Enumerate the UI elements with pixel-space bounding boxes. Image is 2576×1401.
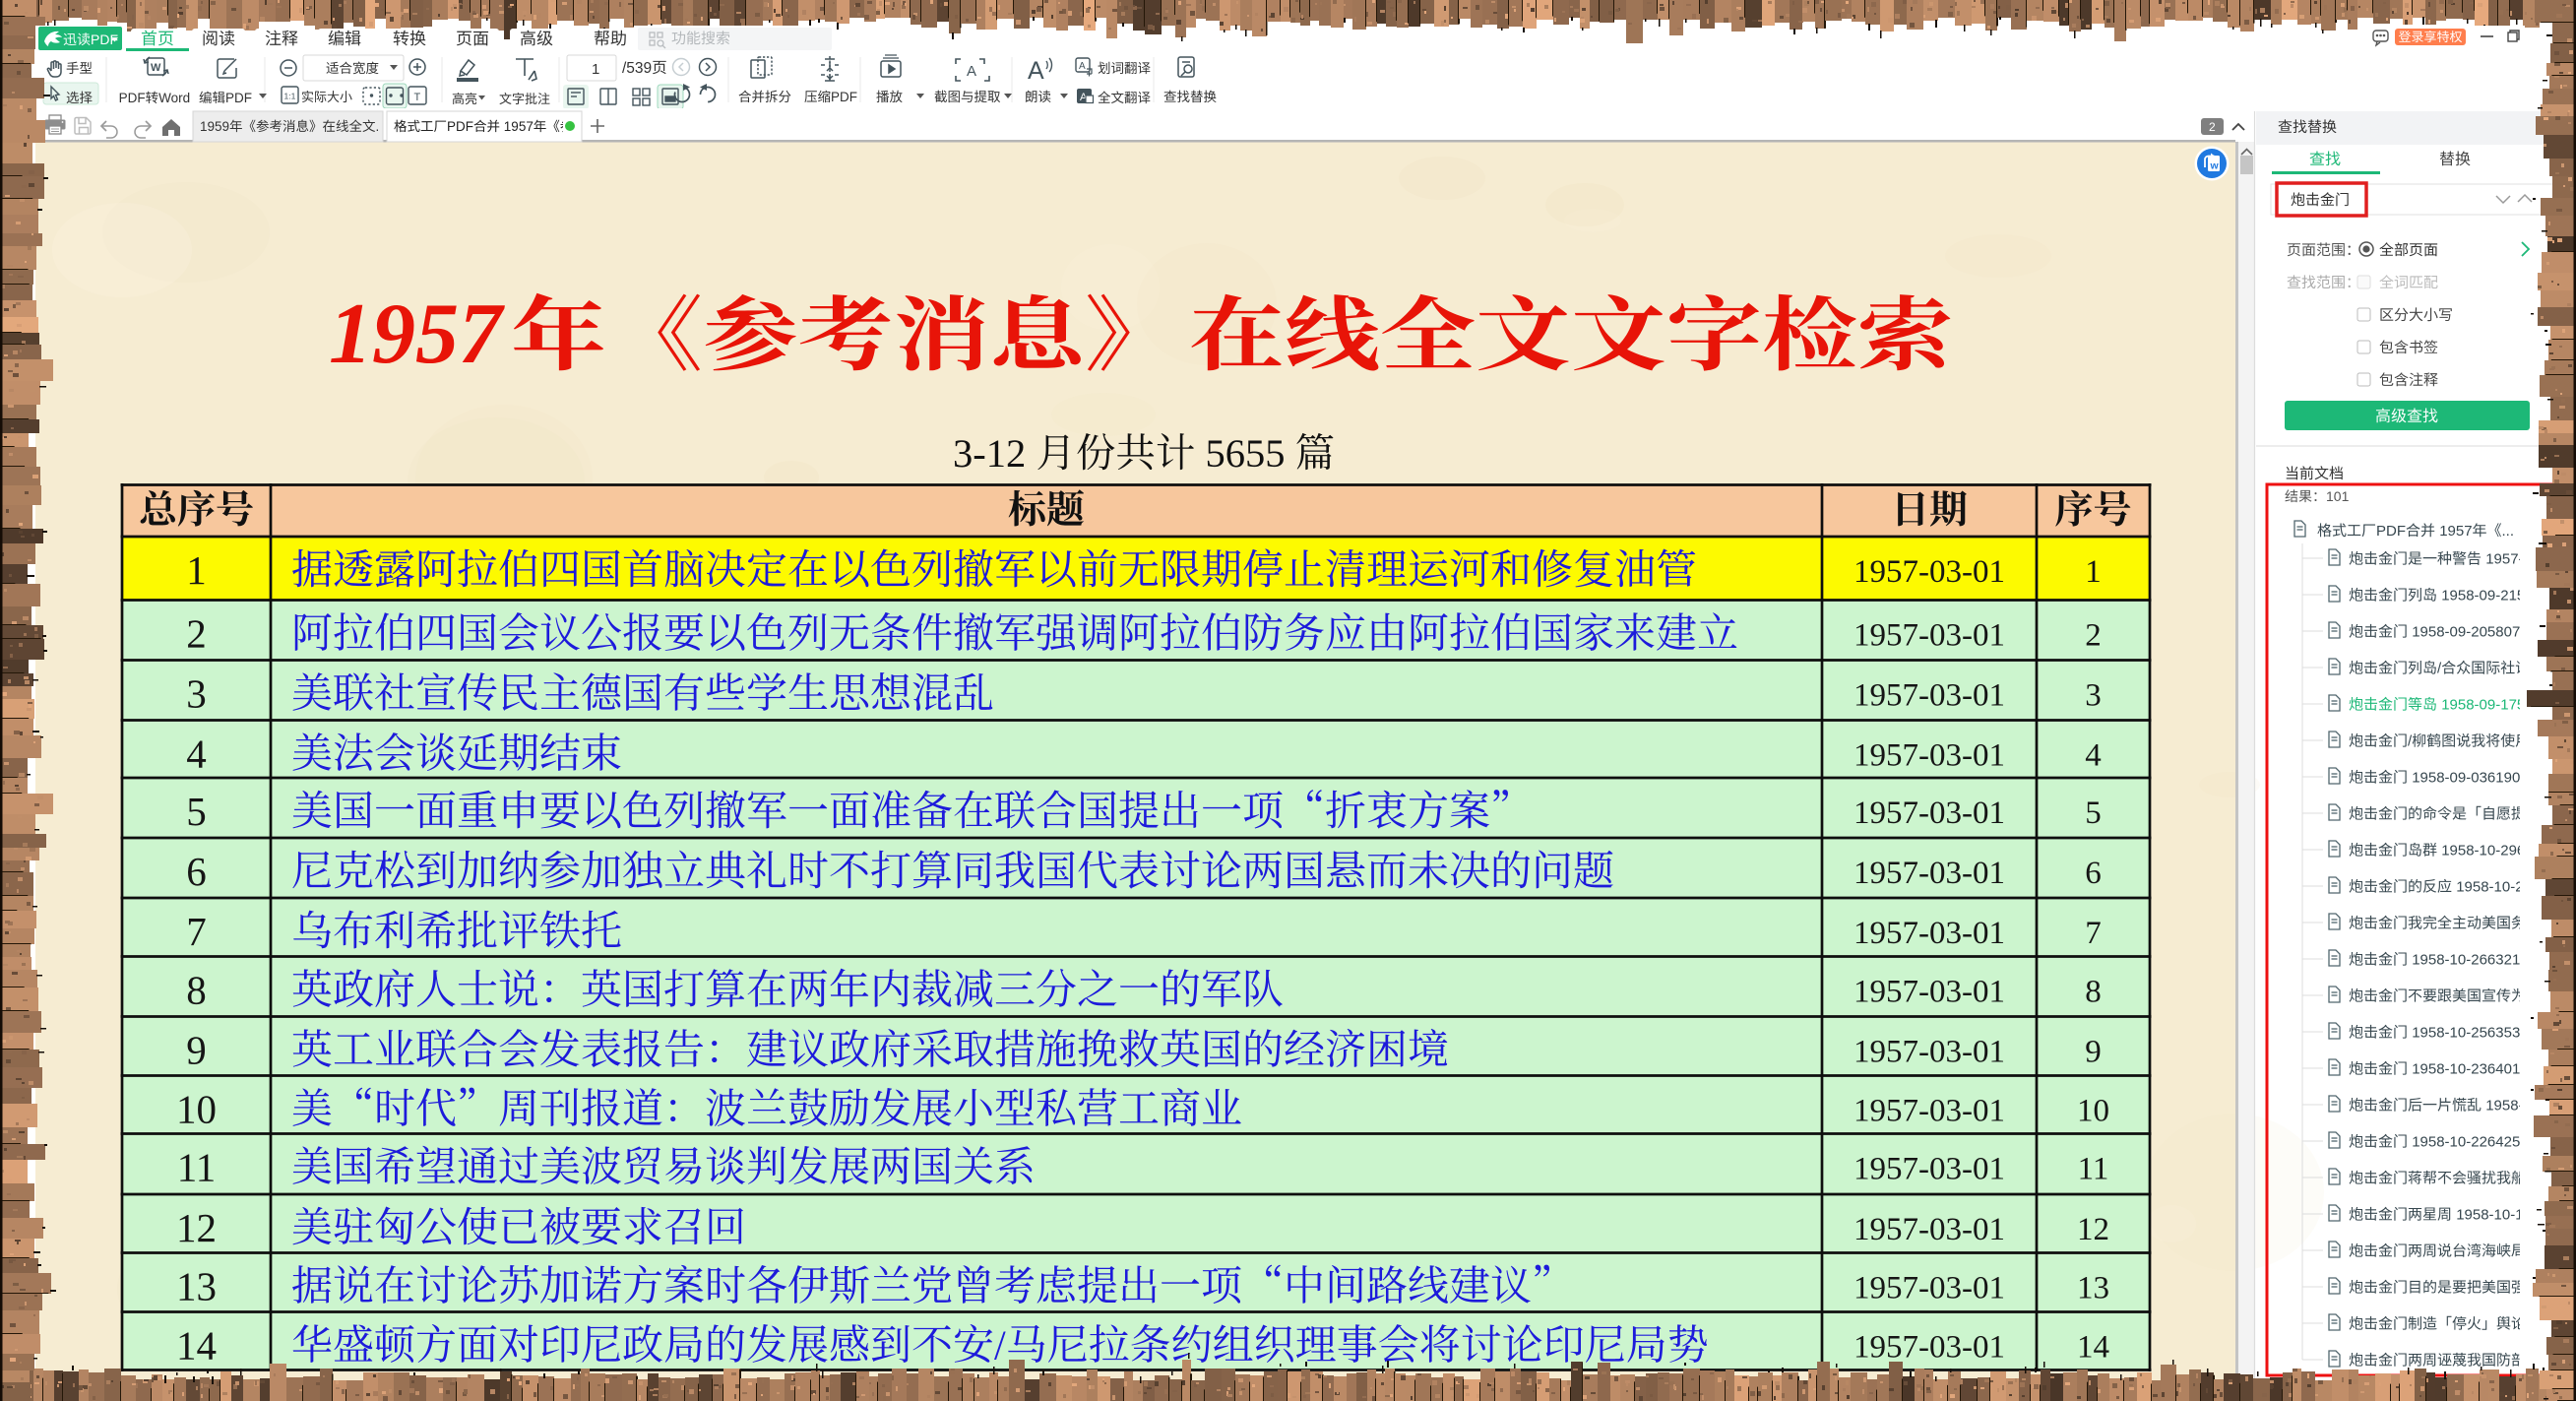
svg-text:1958-10-256353: 1958-10-256353: [2412, 1025, 2520, 1042]
svg-text:1957-03-01: 1957-03-01: [1853, 618, 2005, 654]
svg-text:1957-03-01: 1957-03-01: [1853, 1035, 2005, 1070]
svg-text:1958-09-205807: 1958-09-205807: [2412, 624, 2520, 641]
svg-text:PDF: PDF: [119, 91, 146, 105]
svg-text:5655: 5655: [1206, 431, 1286, 476]
svg-text:7: 7: [2085, 916, 2102, 951]
svg-text:A: A: [1028, 57, 1044, 85]
svg-text:8: 8: [2085, 975, 2102, 1010]
svg-text:1957-03-01: 1957-03-01: [1853, 1271, 2005, 1306]
svg-text:5: 5: [186, 789, 207, 834]
svg-text:1957-03-01: 1957-03-01: [1853, 856, 2005, 891]
svg-text:1957-03-01: 1957-03-01: [1853, 796, 2005, 831]
svg-text:11: 11: [2078, 1152, 2109, 1187]
svg-text:1957-03-01: 1957-03-01: [1853, 1212, 2005, 1247]
svg-text:6: 6: [186, 849, 207, 894]
svg-text:13: 13: [176, 1264, 217, 1309]
svg-text:Word: Word: [158, 91, 190, 105]
svg-text:4: 4: [186, 732, 207, 777]
svg-text:11: 11: [177, 1145, 216, 1190]
svg-text:1957-03-01: 1957-03-01: [1853, 975, 2005, 1010]
svg-text:1957-03-01: 1957-03-01: [1853, 678, 2005, 714]
svg-text:4: 4: [2085, 738, 2102, 774]
svg-text:7: 7: [186, 909, 207, 954]
svg-text:1957-03-01: 1957-03-01: [1853, 1330, 2005, 1366]
svg-text:1958-09-036190: 1958-09-036190: [2412, 770, 2520, 787]
svg-text:1: 1: [592, 61, 599, 78]
svg-text:1957-03-01: 1957-03-01: [1853, 554, 2005, 590]
svg-text:1957-03-01: 1957-03-01: [1853, 1152, 2005, 1187]
svg-text:1959: 1959: [200, 119, 229, 134]
svg-text:A: A: [1079, 61, 1086, 72]
svg-text:PDF: PDF: [447, 119, 473, 134]
svg-text:1958-10-236401: 1958-10-236401: [2412, 1061, 2520, 1078]
svg-text:PDF: PDF: [831, 90, 857, 104]
svg-text:2: 2: [2209, 120, 2216, 134]
svg-text:1957-03-01: 1957-03-01: [1853, 916, 2005, 951]
svg-text:PDF: PDF: [2376, 523, 2406, 540]
svg-text:1: 1: [186, 547, 207, 593]
svg-text:/: /: [994, 1324, 1006, 1369]
svg-text:1958-10-266321: 1958-10-266321: [2412, 952, 2520, 969]
svg-text:PDF: PDF: [225, 91, 252, 105]
svg-text:10: 10: [2077, 1094, 2109, 1129]
svg-text:2: 2: [186, 611, 207, 657]
svg-text:10: 10: [176, 1087, 217, 1132]
svg-text:1957: 1957: [329, 287, 505, 382]
svg-text:/539: /539: [622, 60, 652, 77]
svg-text:3-12: 3-12: [953, 431, 1026, 476]
svg-text:1957-03-01: 1957-03-01: [1853, 738, 2005, 774]
svg-text:14: 14: [2077, 1330, 2109, 1366]
svg-text:101: 101: [2326, 488, 2350, 504]
svg-text:A: A: [967, 63, 976, 80]
svg-text:1: 1: [2085, 554, 2102, 590]
svg-text:13: 13: [2077, 1271, 2109, 1306]
svg-text:...: ...: [2502, 523, 2515, 540]
svg-text:1957: 1957: [2439, 523, 2472, 540]
svg-text:6: 6: [2085, 856, 2102, 891]
svg-text:3: 3: [2085, 678, 2102, 714]
svg-text:5: 5: [2085, 796, 2102, 831]
svg-text:2: 2: [2085, 618, 2102, 654]
svg-text:T: T: [414, 92, 421, 103]
svg-text:1957: 1957: [504, 119, 534, 134]
svg-text:1:1: 1:1: [284, 92, 296, 101]
svg-text:12: 12: [2077, 1212, 2109, 1247]
svg-text:1957-03-01: 1957-03-01: [1853, 1094, 2005, 1129]
svg-text:3: 3: [186, 671, 207, 717]
svg-text:9: 9: [2085, 1035, 2102, 1070]
svg-text:w: w: [2210, 160, 2220, 172]
svg-text:8: 8: [186, 968, 207, 1013]
svg-text:9: 9: [186, 1028, 207, 1073]
svg-text:W: W: [151, 62, 161, 74]
svg-text:12: 12: [176, 1205, 217, 1250]
svg-text:1958-10-226425: 1958-10-226425: [2412, 1134, 2520, 1151]
svg-text:14: 14: [176, 1323, 217, 1369]
